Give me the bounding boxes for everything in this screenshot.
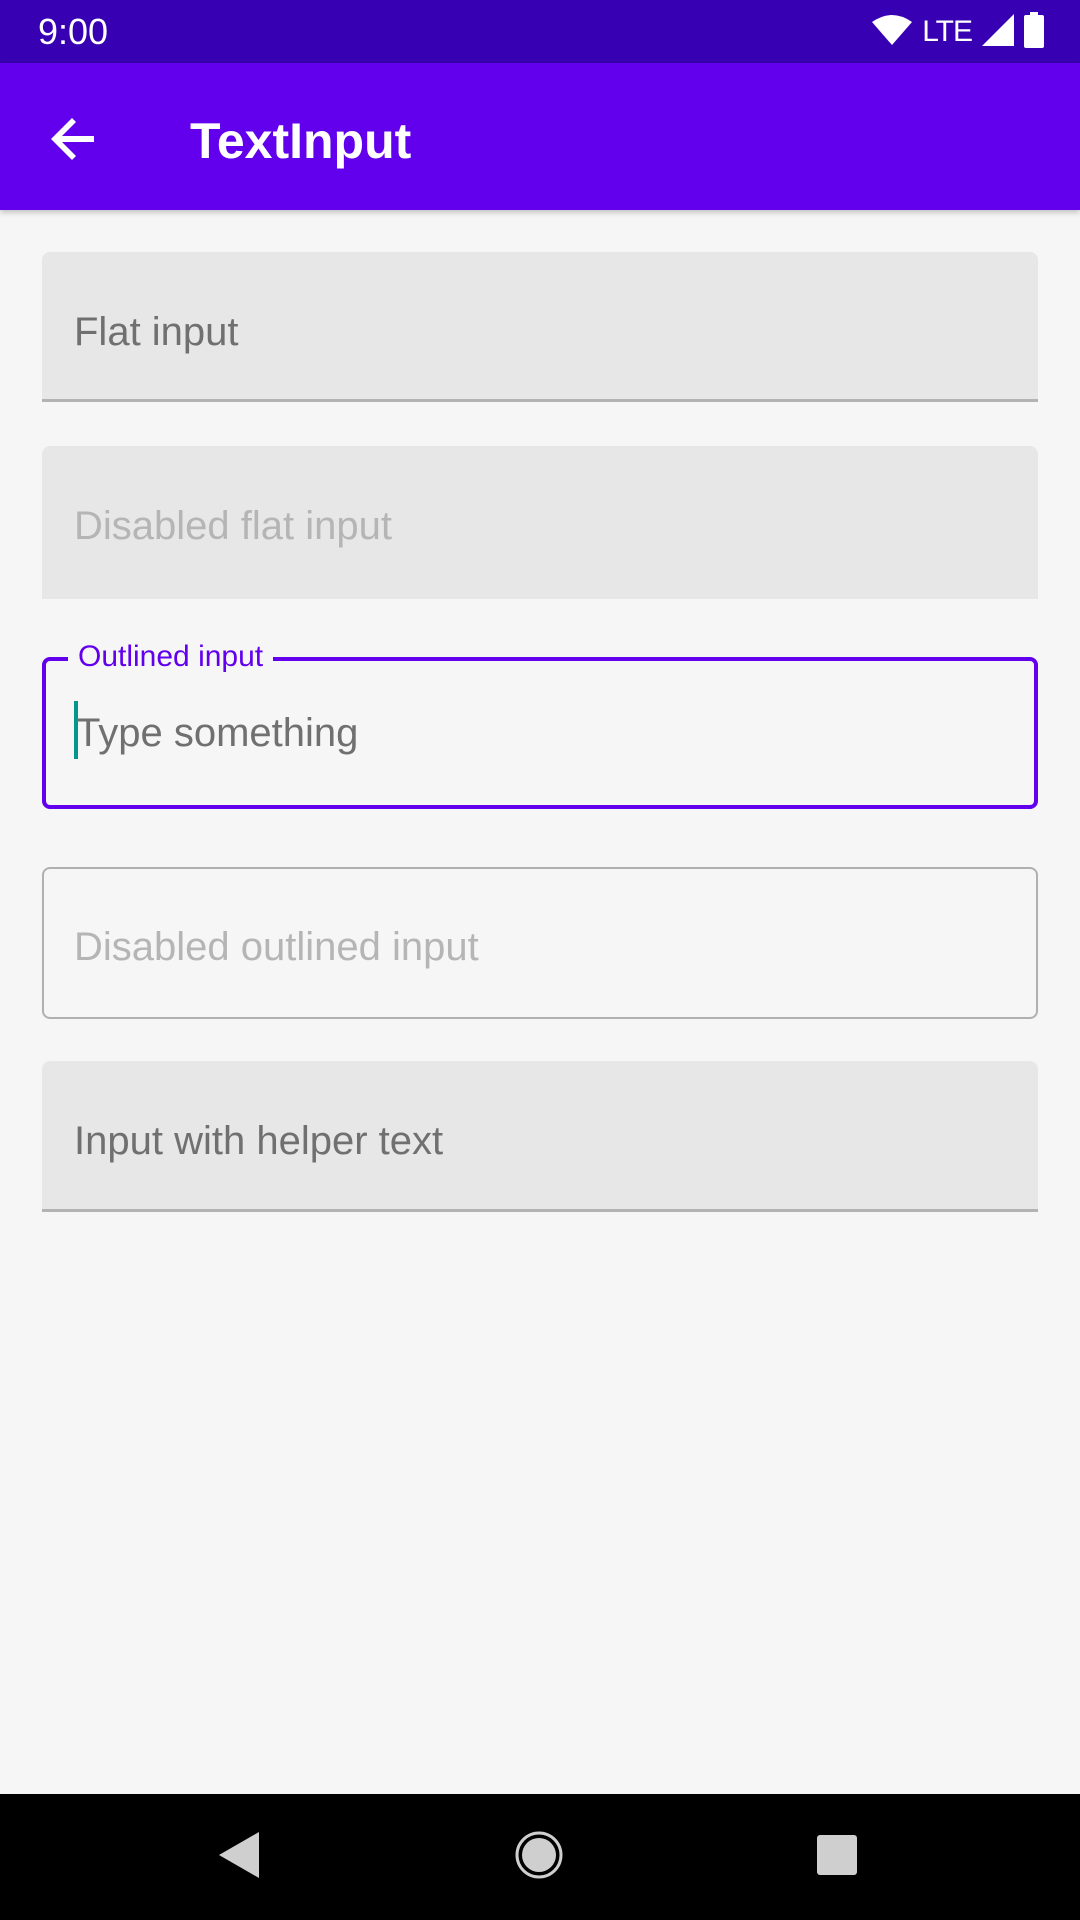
navigation-bar xyxy=(0,1794,1080,1920)
flat-input[interactable]: Flat input xyxy=(42,252,1038,402)
outlined-input-placeholder: Type something xyxy=(76,711,359,755)
helper-text-input[interactable]: Input with helper text xyxy=(42,1061,1038,1212)
arrow-back-icon xyxy=(50,115,98,168)
battery-icon xyxy=(1024,11,1044,53)
helper-text-input-placeholder: Input with helper text xyxy=(74,1119,444,1163)
nav-recents-button[interactable] xyxy=(804,1824,870,1890)
recents-square-icon xyxy=(816,1834,858,1881)
status-icons: LTE xyxy=(872,11,1044,53)
outlined-input[interactable]: Outlined input Type something xyxy=(42,639,1038,809)
wifi-icon xyxy=(872,14,913,51)
flat-input-placeholder: Flat input xyxy=(74,310,239,354)
status-time: 9:00 xyxy=(38,11,109,52)
signal-icon xyxy=(982,13,1014,51)
disabled-flat-input-placeholder: Disabled flat input xyxy=(74,504,392,548)
disabled-flat-input: Disabled flat input xyxy=(42,446,1038,599)
back-triangle-icon xyxy=(217,1830,261,1885)
disabled-outlined-input: Disabled outlined input xyxy=(42,867,1038,1019)
outlined-input-label: Outlined input xyxy=(68,639,274,675)
network-type-label: LTE xyxy=(922,15,973,48)
disabled-outlined-input-placeholder: Disabled outlined input xyxy=(74,925,479,969)
app-bar: TextInput xyxy=(0,63,1080,210)
nav-home-button[interactable] xyxy=(506,1824,572,1890)
back-button[interactable] xyxy=(36,103,112,179)
page-title: TextInput xyxy=(190,113,412,169)
status-bar: 9:00 LTE xyxy=(0,0,1080,63)
home-circle-icon xyxy=(514,1830,564,1885)
nav-back-button[interactable] xyxy=(206,1824,272,1890)
